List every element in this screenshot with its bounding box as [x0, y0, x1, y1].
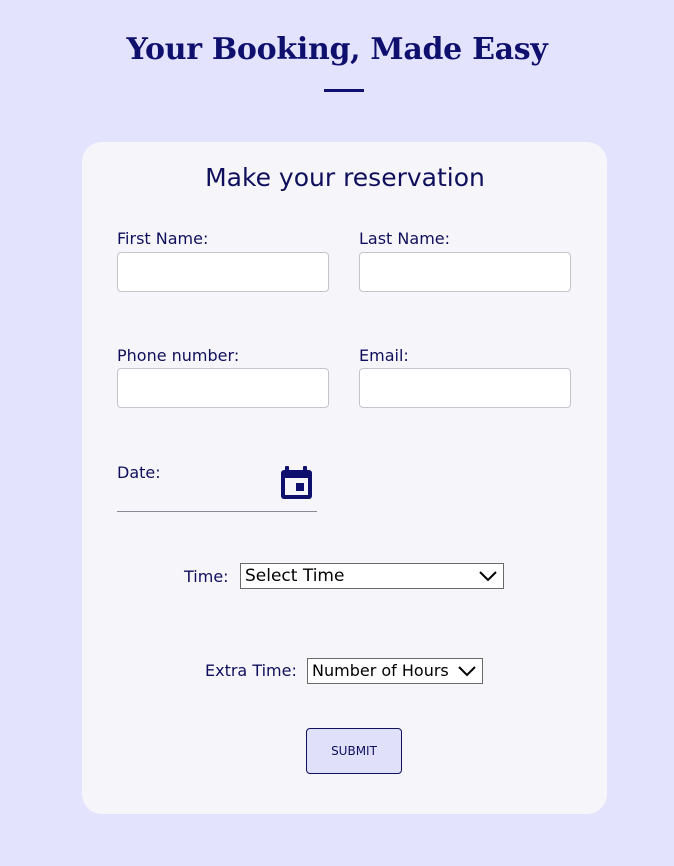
email-input[interactable]	[359, 368, 571, 408]
extra-time-select[interactable]: Number of Hours	[307, 658, 483, 684]
first-name-label: First Name:	[117, 229, 209, 248]
chevron-down-icon	[458, 666, 476, 677]
date-input-underline[interactable]	[117, 511, 317, 512]
last-name-input[interactable]	[359, 252, 571, 292]
time-select[interactable]: Select Time	[240, 563, 504, 589]
extra-time-select-value: Number of Hours	[312, 661, 449, 680]
email-label: Email:	[359, 346, 409, 365]
chevron-down-icon	[479, 571, 497, 582]
page-title: Your Booking, Made Easy	[126, 32, 548, 67]
time-select-value: Select Time	[245, 566, 345, 586]
date-label: Date:	[117, 463, 161, 482]
first-name-input[interactable]	[117, 252, 329, 292]
form-heading: Make your reservation	[205, 163, 485, 192]
extra-time-label: Extra Time:	[205, 661, 297, 680]
time-label: Time:	[184, 567, 229, 586]
calendar-icon[interactable]	[280, 465, 314, 501]
title-underline	[324, 89, 364, 92]
submit-button[interactable]: SUBMIT	[306, 728, 402, 774]
phone-label: Phone number:	[117, 346, 240, 365]
last-name-label: Last Name:	[359, 229, 451, 248]
phone-input[interactable]	[117, 368, 329, 408]
